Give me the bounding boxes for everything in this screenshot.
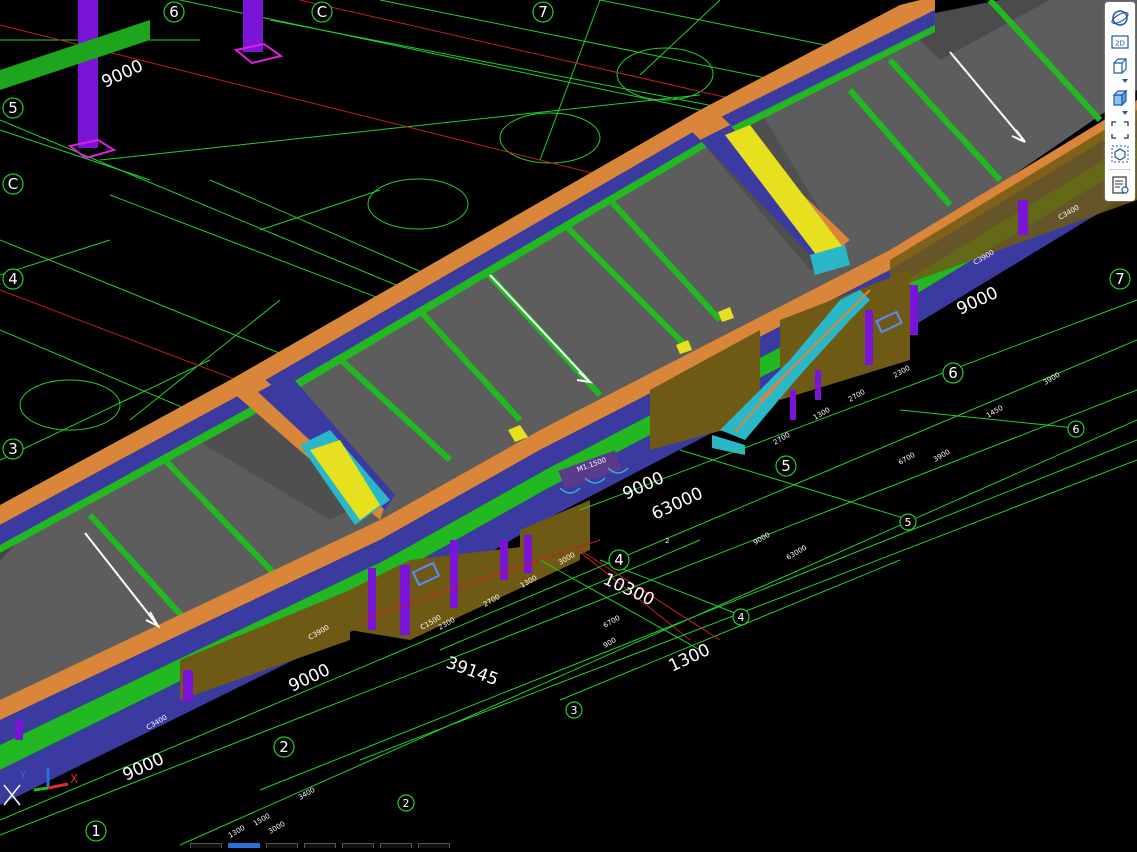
orbit-button[interactable] [1107, 6, 1133, 30]
axis-label-1-front: 1 [91, 822, 101, 840]
gizmo-y-label: Y [19, 770, 27, 781]
axis-label-3-left: 3 [8, 440, 18, 458]
3d-box-icon [1113, 58, 1127, 74]
bottom-view-tabs [190, 843, 450, 848]
view-tab[interactable] [266, 843, 298, 848]
axis-label-5-front: 5 [781, 457, 791, 475]
axis-label-4-left: 4 [8, 270, 18, 288]
view-cube-button[interactable] [1107, 142, 1133, 166]
axis-small-2: 2 [403, 797, 410, 810]
axis-label-c-top: C [317, 3, 327, 21]
orbit-icon [1111, 10, 1129, 26]
shading-dropdown-caret[interactable] [1122, 111, 1128, 115]
view-tab[interactable] [342, 843, 374, 848]
view-tab[interactable] [304, 843, 336, 848]
2d-view-icon: 2D [1111, 35, 1129, 49]
view-tab[interactable] [418, 843, 450, 848]
properties-list-icon [1112, 176, 1129, 194]
axis-label-7-right: 7 [1115, 270, 1125, 288]
3d-view-dropdown-caret[interactable] [1122, 79, 1128, 83]
axis-label-5-left: 5 [8, 99, 18, 117]
toolbar-separator [1109, 169, 1131, 170]
fit-extents-button[interactable] [1107, 118, 1133, 142]
axis-label-7-top: 7 [538, 3, 548, 21]
view-tab[interactable] [380, 843, 412, 848]
view-tab-active[interactable] [228, 843, 260, 848]
view-toolbar: 2D [1105, 2, 1135, 201]
shaded-box-icon [1112, 89, 1128, 107]
axis-small-5: 5 [905, 516, 912, 529]
axis-label-6: 6 [169, 3, 179, 21]
shaded-view-button[interactable] [1107, 86, 1133, 110]
axis-label-c-left: C [8, 175, 18, 193]
gizmo-x-label: X [70, 772, 78, 786]
2d-view-button[interactable]: 2D [1107, 30, 1133, 54]
3d-view-button[interactable] [1107, 54, 1133, 78]
view-tab[interactable] [190, 843, 222, 848]
fit-extents-icon [1111, 121, 1129, 139]
axis-small-4: 4 [738, 611, 745, 624]
svg-text:2: 2 [665, 537, 669, 545]
cad-3d-viewport[interactable]: 6 C 7 5 C 4 3 7 6 5 4 2 1 6 5 4 3 2 9000… [0, 0, 1137, 848]
axis-label-6-right: 6 [948, 364, 958, 382]
model-canvas[interactable]: 6 C 7 5 C 4 3 7 6 5 4 2 1 6 5 4 3 2 9000… [0, 0, 1137, 848]
axis-small-3: 3 [571, 704, 578, 717]
properties-button[interactable] [1107, 173, 1133, 197]
svg-text:2D: 2D [1115, 40, 1125, 48]
axis-label-4-front: 4 [614, 551, 624, 569]
view-cube-icon [1111, 145, 1129, 163]
axis-small-6: 6 [1073, 423, 1080, 436]
axis-label-2-front: 2 [279, 738, 289, 756]
